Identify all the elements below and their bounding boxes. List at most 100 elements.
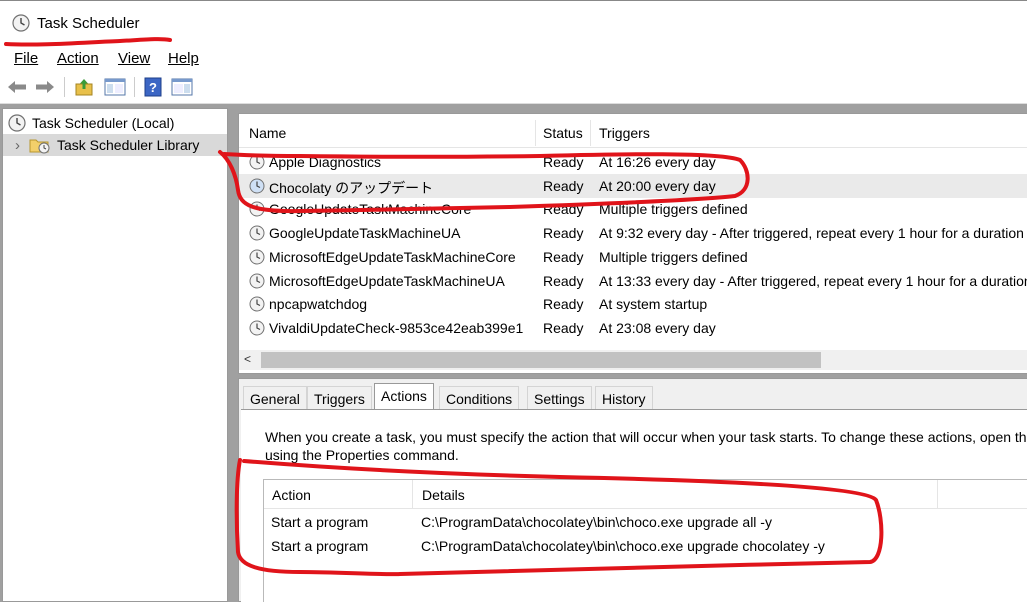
tree-item-library[interactable]: › Task Scheduler Library: [3, 134, 227, 156]
task-details-pane: General Triggers Actions Conditions Sett…: [238, 378, 1027, 602]
console-tree: Task Scheduler (Local) › Task Scheduler …: [2, 108, 228, 602]
task-clock-icon: [249, 320, 265, 336]
show-hide-console-tree-icon: [104, 78, 126, 96]
menu-view-label: View: [118, 50, 151, 67]
tab-settings[interactable]: Settings: [527, 386, 592, 409]
expand-icon[interactable]: ›: [15, 137, 29, 154]
window-title: Task Scheduler: [37, 15, 140, 32]
task-row[interactable]: Chocolaty のアップデート Ready At 20:00 every day: [239, 173, 1027, 198]
task-row[interactable]: MicrosoftEdgeUpdateTaskMachineUA Ready At …: [239, 269, 1027, 293]
menu-action[interactable]: Action: [57, 50, 99, 67]
action-type: Start a program: [271, 514, 369, 530]
task-triggers: At 13:33 every day - After triggered, re…: [599, 272, 1027, 289]
actions-description: When you create a task, you must specify…: [265, 428, 1027, 464]
task-row[interactable]: VivaldiUpdateCheck-9853ce42eab399e1 Ready…: [239, 316, 1027, 340]
task-triggers: At 9:32 every day - After triggered, rep…: [599, 225, 1024, 242]
action-type: Start a program: [271, 538, 369, 554]
action-pane-button[interactable]: [171, 76, 193, 98]
folder-clock-icon: [29, 139, 50, 154]
svg-text:?: ?: [149, 80, 157, 95]
tab-strip: General Triggers Actions Conditions Sett…: [239, 379, 1027, 410]
clock-icon: [8, 114, 26, 132]
task-triggers: At 20:00 every day: [599, 177, 716, 194]
task-triggers: At 23:08 every day: [599, 319, 716, 336]
tab-triggers[interactable]: Triggers: [307, 386, 372, 409]
tab-general[interactable]: General: [243, 386, 307, 409]
task-name: Chocolaty のアップデート: [269, 179, 434, 196]
column-header-triggers[interactable]: Triggers: [599, 125, 650, 141]
task-status: Ready: [543, 248, 584, 265]
menu-action-label: Action: [57, 50, 99, 67]
task-status: Ready: [543, 319, 584, 336]
column-divider[interactable]: [412, 480, 413, 509]
actions-tab-body: When you create a task, you must specify…: [241, 409, 1027, 602]
task-status: Ready: [543, 272, 584, 289]
action-row[interactable]: Start a program C:\ProgramData\chocolatey…: [264, 510, 1027, 534]
task-clock-icon: [249, 201, 265, 217]
task-status: Ready: [543, 177, 584, 194]
tab-actions[interactable]: Actions: [374, 383, 434, 410]
actions-list: Action Details Start a program C:\Program…: [263, 479, 1027, 602]
toolbar-separator: [134, 77, 135, 97]
menu-file-label: File: [14, 50, 39, 67]
task-status: Ready: [543, 296, 584, 313]
action-details: C:\ProgramData\chocolatey\bin\choco.exe …: [421, 514, 772, 530]
task-name: VivaldiUpdateCheck-9853ce42eab399e1: [269, 319, 524, 336]
column-divider[interactable]: [937, 480, 938, 509]
show-hide-tree-button[interactable]: [104, 76, 126, 98]
task-row[interactable]: Apple Diagnostics Ready At 16:26 every day: [239, 150, 1027, 174]
help-button[interactable]: ?: [142, 76, 164, 98]
column-header-details[interactable]: Details: [422, 487, 465, 503]
up-folder-button[interactable]: [74, 76, 96, 98]
clock-icon: [12, 14, 30, 32]
task-status: Ready: [543, 225, 584, 242]
task-row[interactable]: MicrosoftEdgeUpdateTaskMachineCore Ready M…: [239, 245, 1027, 269]
menu-file[interactable]: File: [14, 50, 38, 67]
task-clock-icon: [249, 154, 265, 170]
task-row[interactable]: GoogleUpdateTaskMachineCore Ready Multiple…: [239, 197, 1027, 221]
column-divider[interactable]: [590, 120, 591, 146]
show-hide-action-pane-icon: [171, 78, 193, 96]
task-status: Ready: [543, 201, 584, 218]
back-button[interactable]: [6, 76, 28, 98]
menu-bar: File Action View Help: [0, 44, 1027, 70]
title-bar: Task Scheduler: [0, 0, 1027, 44]
menu-view[interactable]: View: [118, 50, 150, 67]
menu-help-label: Help: [168, 50, 199, 67]
menu-help[interactable]: Help: [168, 50, 199, 67]
task-triggers: Multiple triggers defined: [599, 201, 748, 218]
column-divider[interactable]: [535, 120, 536, 146]
action-row[interactable]: Start a program C:\ProgramData\chocolatey…: [264, 534, 1027, 558]
help-icon: ?: [144, 77, 162, 97]
task-name: GoogleUpdateTaskMachineUA: [269, 225, 461, 242]
column-header-name[interactable]: Name: [249, 125, 286, 141]
task-triggers: At system startup: [599, 296, 708, 313]
description-line-1: When you create a task, you must specify…: [265, 429, 1027, 445]
scrollbar-thumb[interactable]: [261, 352, 821, 368]
up-folder-icon: [75, 79, 93, 96]
column-header-action[interactable]: Action: [272, 487, 311, 503]
tab-conditions[interactable]: Conditions: [439, 386, 520, 409]
toolbar-separator: [64, 77, 65, 97]
task-clock-icon: [249, 296, 265, 312]
task-list-header: Name Status Triggers: [239, 114, 1027, 148]
forward-button[interactable]: [34, 76, 56, 98]
tab-history[interactable]: History: [595, 386, 653, 409]
task-status: Ready: [543, 154, 584, 170]
task-clock-icon: [249, 178, 265, 194]
task-name: MicrosoftEdgeUpdateTaskMachineUA: [269, 272, 505, 289]
task-triggers: At 16:26 every day: [599, 154, 716, 170]
scroll-left-icon[interactable]: <: [244, 352, 251, 366]
task-list-pane: Name Status Triggers Apple Diagnostics Re…: [238, 113, 1027, 374]
task-row[interactable]: GoogleUpdateTaskMachineUA Ready At 9:32 ev…: [239, 221, 1027, 245]
task-name: GoogleUpdateTaskMachineCore: [269, 201, 472, 218]
back-arrow-icon: [8, 81, 26, 93]
task-clock-icon: [249, 225, 265, 241]
horizontal-scrollbar[interactable]: <: [239, 350, 1027, 370]
tree-item-root[interactable]: Task Scheduler (Local): [3, 112, 227, 134]
task-row[interactable]: npcapwatchdog Ready At system startup: [239, 292, 1027, 316]
toolbar: ?: [0, 70, 1027, 104]
column-header-status[interactable]: Status: [543, 125, 583, 141]
tree-item-library-label: Task Scheduler Library: [57, 137, 200, 153]
forward-arrow-icon: [36, 81, 54, 93]
